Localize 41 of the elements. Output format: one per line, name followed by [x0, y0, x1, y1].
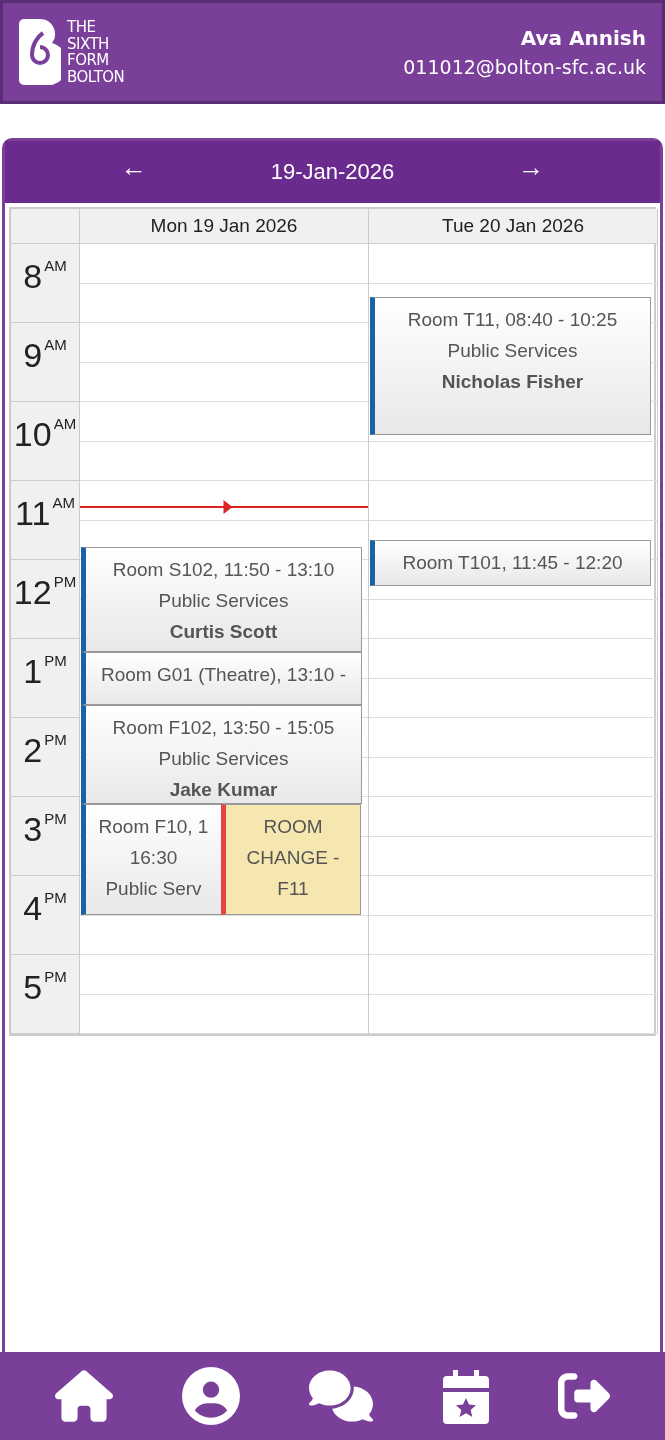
event-text: Public Services — [447, 338, 578, 363]
current-date: 19-Jan-2026 — [270, 159, 395, 185]
event-text: Room T101, 11:45 - 12:20 — [402, 551, 623, 576]
user-name: Ava Annish — [520, 26, 646, 50]
event-text: Room T11, 08:40 - 10:25 — [407, 307, 618, 332]
event-text: Public Serv — [105, 876, 202, 901]
event-text: Public Services — [158, 746, 289, 771]
event-text: Room G01 (Theatre), 13:10 - — [101, 663, 346, 688]
event-text: CHANGE - — [246, 845, 340, 870]
next-button[interactable]: → — [514, 151, 549, 183]
lesson-event[interactable]: Room G01 (Theatre), 13:10 - — [81, 652, 362, 705]
event-text: ROOM — [263, 814, 323, 839]
home-button[interactable] — [54, 1367, 113, 1425]
event-text: 16:30 — [129, 845, 178, 870]
calendar-star-icon — [442, 1368, 489, 1424]
logout-icon — [558, 1370, 611, 1422]
lesson-event[interactable]: Room T101, 11:45 - 12:20 — [370, 540, 651, 587]
home-icon — [54, 1367, 113, 1425]
lesson-event[interactable]: Room F102, 13:50 - 15:05 Public Services Jake Kumar — [81, 704, 362, 804]
lesson-event[interactable]: Room S102, 11:50 - 13:10 Public Services Curtis Scott — [81, 546, 362, 653]
event-text: Room F102, 13:50 - 15:05 — [112, 715, 335, 740]
lesson-event[interactable]: Room T11, 08:40 - 10:25 Public Services Nicholas Fisher — [370, 296, 651, 435]
logout-button[interactable] — [558, 1370, 611, 1422]
teacher-name: Curtis Scott — [169, 619, 278, 644]
teacher-name: Nicholas Fisher — [441, 369, 584, 394]
teacher-name: Jake Kumar — [169, 777, 278, 802]
lesson-event[interactable]: Room F10, 1 16:30 Public Serv — [81, 803, 222, 916]
event-text: F11 — [277, 876, 309, 901]
event-text: Room S102, 11:50 - 13:10 — [112, 557, 335, 582]
day-header: Mon 19 Jan 2026 — [80, 209, 369, 244]
room-change-notice[interactable]: ROOM CHANGE - F11 — [221, 803, 361, 916]
profile-button[interactable] — [182, 1367, 241, 1425]
event-text: Public Services — [158, 588, 289, 613]
user-email: 011012@bolton-sfc.ac.uk — [403, 56, 646, 78]
timetable-button[interactable] — [442, 1368, 489, 1424]
logo-icon — [19, 19, 61, 85]
user-icon — [182, 1367, 241, 1425]
previous-button[interactable]: ← — [116, 151, 151, 183]
event-text: Room F10, 1 — [98, 814, 209, 839]
day-header: Tue 20 Jan 2026 — [369, 209, 658, 244]
logo-text: THE SIXTH FORM BOLTON — [67, 19, 125, 85]
